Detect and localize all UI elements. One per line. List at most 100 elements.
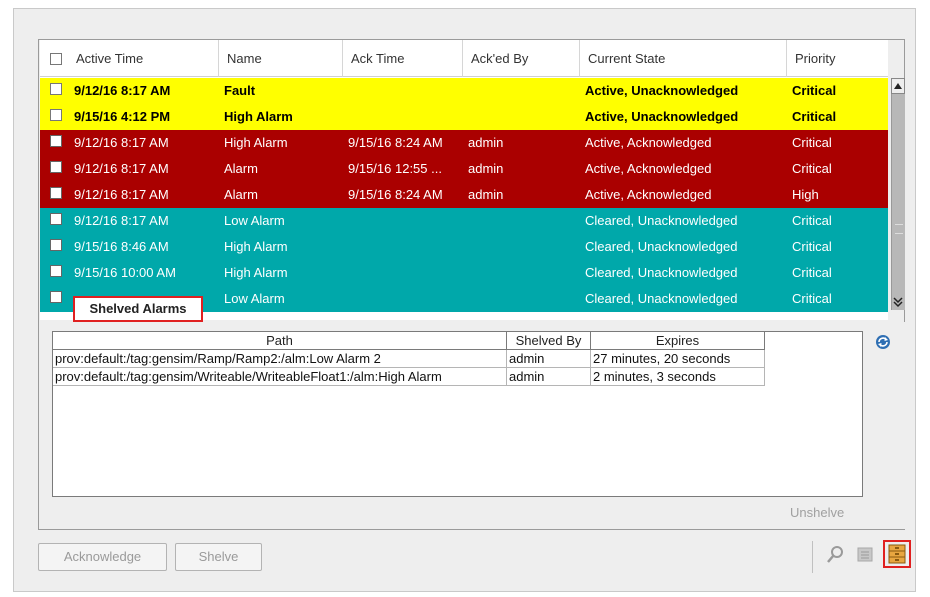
- row-checkbox[interactable]: [50, 83, 62, 95]
- col-ack-time[interactable]: Ack Time: [342, 40, 462, 77]
- name-cell: High Alarm: [224, 265, 288, 280]
- acked-by-cell: [468, 260, 579, 286]
- name-cell: Low Alarm: [224, 291, 285, 306]
- acked-by-cell: [468, 208, 579, 234]
- path-cell: prov:default:/tag:gensim/Ramp/Ramp2:/alm…: [53, 350, 507, 368]
- row-checkbox[interactable]: [50, 161, 62, 173]
- ack-time-cell: [348, 104, 462, 130]
- active-time-cell: 9/12/16 8:17 AM: [74, 161, 169, 176]
- shelved-alarms-tab[interactable]: Shelved Alarms: [73, 296, 203, 322]
- active-time-cell: 9/12/16 8:17 AM: [74, 213, 169, 228]
- select-all-checkbox[interactable]: [50, 53, 62, 65]
- acked-by-cell: [468, 286, 579, 312]
- row-checkbox[interactable]: [50, 187, 62, 199]
- active-time-cell: 9/12/16 8:17 AM: [74, 187, 169, 202]
- acked-by-cell: [468, 78, 579, 104]
- table-row[interactable]: 9/15/16 8:46 AM High Alarm Cleared, Unackn…: [40, 234, 888, 260]
- table-row[interactable]: 9/12/16 8:17 AM High Alarm 9/15/16 8:24 AM…: [40, 130, 888, 156]
- priority-cell: Critical: [792, 213, 832, 228]
- col-acked-by[interactable]: Ack'ed By: [462, 40, 579, 77]
- name-cell: High Alarm: [224, 135, 288, 150]
- priority-cell: Critical: [792, 161, 832, 176]
- row-checkbox[interactable]: [50, 213, 62, 225]
- magnifier-icon[interactable]: [824, 544, 846, 566]
- priority-cell: Critical: [792, 109, 837, 124]
- row-checkbox[interactable]: [50, 239, 62, 251]
- acked-by-cell: admin: [468, 161, 504, 176]
- priority-cell: Critical: [792, 83, 837, 98]
- acked-by-cell: [468, 104, 579, 130]
- table-row[interactable]: 9/12/16 8:17 AM Low Alarm Cleared, Unackno…: [40, 208, 888, 234]
- shelved-view-toggle[interactable]: [883, 540, 911, 568]
- expires-cell: 27 minutes, 20 seconds: [591, 350, 765, 368]
- row-checkbox[interactable]: [50, 109, 62, 121]
- shelved-alarms-table: Path Shelved By Expires prov:default:/ta…: [52, 331, 863, 497]
- active-time-cell: 9/15/16 4:12 PM: [74, 109, 171, 124]
- alarm-table-header: Active Time Name Ack Time Ack'ed By Curr…: [40, 40, 888, 77]
- active-time-cell: 9/15/16 8:46 AM: [74, 239, 169, 254]
- acked-by-cell: admin: [468, 187, 504, 202]
- ack-time-cell: 9/15/16 8:24 AM: [348, 135, 443, 150]
- path-cell: prov:default:/tag:gensim/Writeable/Write…: [53, 368, 507, 386]
- current-state-cell: Cleared, Unacknowledged: [585, 291, 738, 306]
- scroll-grip[interactable]: [895, 224, 903, 234]
- active-time-cell: 9/12/16 8:17 AM: [74, 135, 169, 150]
- name-cell: Alarm: [224, 161, 258, 176]
- col-shelved-by[interactable]: Shelved By: [507, 332, 591, 350]
- current-state-cell: Active, Unacknowledged: [585, 83, 739, 98]
- col-priority[interactable]: Priority: [786, 40, 888, 77]
- priority-cell: High: [792, 187, 819, 202]
- col-expires[interactable]: Expires: [591, 332, 765, 350]
- current-state-cell: Cleared, Unacknowledged: [585, 239, 738, 254]
- current-state-cell: Cleared, Unacknowledged: [585, 213, 738, 228]
- current-state-cell: Cleared, Unacknowledged: [585, 265, 738, 280]
- expires-cell: 2 minutes, 3 seconds: [591, 368, 765, 386]
- acked-by-cell: [468, 234, 579, 260]
- ack-time-cell: 9/15/16 12:55 ...: [348, 161, 442, 176]
- row-checkbox[interactable]: [50, 291, 62, 303]
- current-state-cell: Active, Acknowledged: [585, 161, 712, 176]
- acknowledge-button[interactable]: Acknowledge: [38, 543, 167, 571]
- arrow-up-icon: [894, 83, 902, 89]
- priority-cell: Critical: [792, 265, 832, 280]
- name-cell: Fault: [224, 83, 256, 98]
- toolbar-separator: [812, 541, 813, 573]
- name-cell: High Alarm: [224, 109, 293, 124]
- shelved-by-cell: admin: [507, 350, 591, 368]
- table-row[interactable]: 9/12/16 8:17 AM Alarm 9/15/16 8:24 AM admin…: [40, 182, 888, 208]
- active-time-cell: 9/15/16 10:00 AM: [74, 265, 176, 280]
- row-checkbox[interactable]: [50, 265, 62, 277]
- acked-by-cell: admin: [468, 135, 504, 150]
- ack-time-cell: [348, 78, 462, 104]
- scroll-up-button[interactable]: [891, 78, 905, 94]
- name-cell: Alarm: [224, 187, 258, 202]
- active-time-cell: 9/12/16 8:17 AM: [74, 83, 171, 98]
- ack-time-cell: [348, 234, 462, 260]
- table-row[interactable]: 9/15/16 10:00 AM High Alarm Cleared, Unack…: [40, 260, 888, 286]
- ack-time-cell: 9/15/16 8:24 AM: [348, 187, 443, 202]
- refresh-icon[interactable]: [875, 334, 891, 350]
- table-row[interactable]: 9/12/16 8:17 AM Alarm 9/15/16 12:55 ... adm…: [40, 156, 888, 182]
- current-state-cell: Active, Acknowledged: [585, 135, 712, 150]
- priority-cell: Critical: [792, 291, 832, 306]
- shelve-button[interactable]: Shelve: [175, 543, 262, 571]
- current-state-cell: Active, Unacknowledged: [585, 109, 739, 124]
- col-name[interactable]: Name: [218, 40, 342, 77]
- double-chevron-down-icon[interactable]: [891, 296, 905, 310]
- current-state-cell: Active, Acknowledged: [585, 187, 712, 202]
- shelved-by-cell: admin: [507, 368, 591, 386]
- table-row[interactable]: 9/12/16 8:17 AM Fault Active, Unacknowledg…: [40, 78, 888, 104]
- table-row[interactable]: 9/15/16 4:12 PM High Alarm Active, Unackno…: [40, 104, 888, 130]
- alarm-table-scrollbar[interactable]: [891, 78, 905, 310]
- priority-cell: Critical: [792, 239, 832, 254]
- col-current-state[interactable]: Current State: [579, 40, 786, 77]
- alarm-table: Active Time Name Ack Time Ack'ed By Curr…: [40, 40, 888, 320]
- unshelve-button[interactable]: Unshelve: [790, 505, 844, 520]
- col-active-time[interactable]: Active Time: [68, 40, 218, 77]
- ack-time-cell: [348, 208, 462, 234]
- ack-time-cell: [348, 286, 462, 312]
- filter-icon[interactable]: [855, 544, 877, 566]
- row-checkbox[interactable]: [50, 135, 62, 147]
- ack-time-cell: [348, 260, 462, 286]
- col-path[interactable]: Path: [53, 332, 507, 350]
